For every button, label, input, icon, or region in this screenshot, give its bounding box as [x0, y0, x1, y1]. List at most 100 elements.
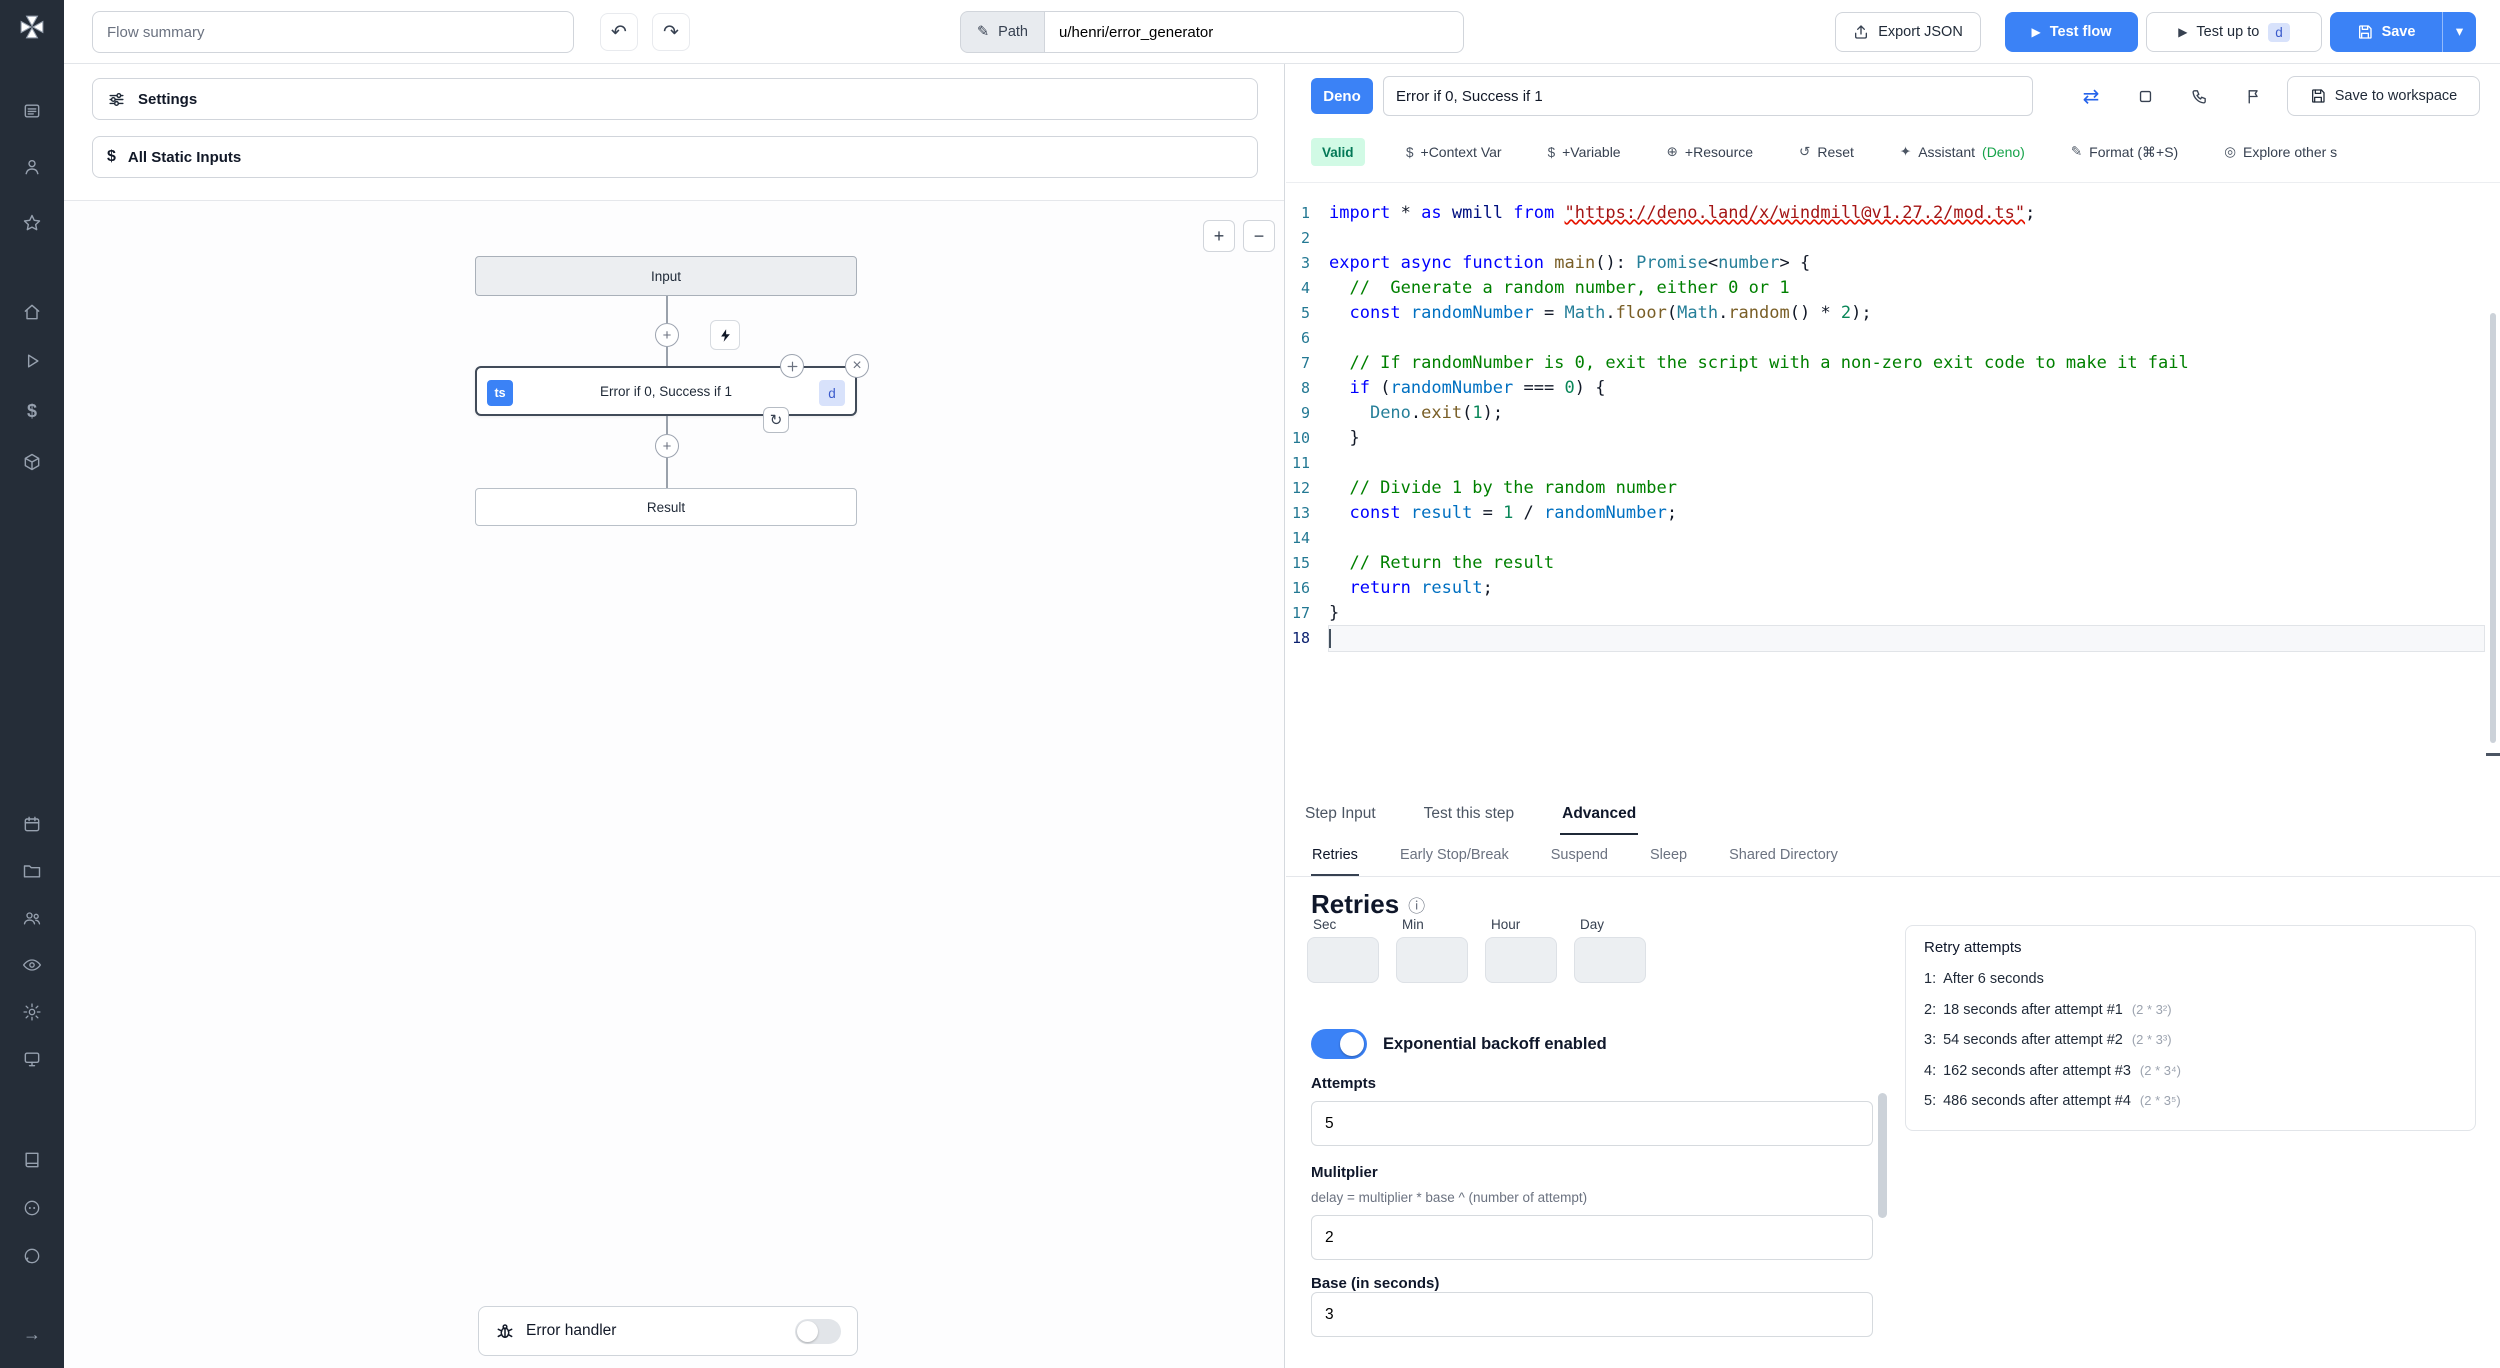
flow-static-inputs-bar[interactable]: $ All Static Inputs — [92, 136, 1258, 178]
attempts-input[interactable] — [1311, 1101, 1873, 1146]
language-badge: Deno — [1311, 78, 1373, 114]
sidebar-icon-variables[interactable]: $ — [19, 398, 45, 424]
step-name-input[interactable] — [1383, 76, 2033, 116]
export-json-label: Export JSON — [1878, 24, 1963, 40]
toolbar-format-s-button[interactable]: ✎ Format (⌘+S) — [2071, 144, 2178, 161]
windmill-logo[interactable] — [19, 14, 45, 40]
export-json-button[interactable]: Export JSON — [1835, 12, 1981, 52]
flow-node-input[interactable]: Input — [475, 256, 857, 296]
path-group: ✎ Path — [960, 11, 1464, 53]
tab-test-this-step[interactable]: Test this step — [1422, 795, 1516, 835]
sidebar-icon-settings[interactable] — [19, 999, 45, 1025]
subtab-shared-directory[interactable]: Shared Directory — [1728, 835, 1839, 876]
retry-attempt-formula: (2 * 3⁴) — [2139, 1062, 2181, 1078]
sidebar-icon-docs[interactable] — [19, 1147, 45, 1173]
base-input[interactable] — [1311, 1292, 1873, 1337]
sidebar-icon-github[interactable] — [19, 1243, 45, 1269]
subtab-sleep[interactable]: Sleep — [1649, 835, 1688, 876]
flow-summary-input[interactable] — [92, 11, 574, 53]
tab-step-input[interactable]: Step Input — [1303, 795, 1378, 835]
toolbar-context-var-button[interactable]: $ +Context Var — [1406, 144, 1502, 160]
toolbar-reset-button[interactable]: ↺ Reset — [1799, 144, 1854, 160]
cron-input-sec[interactable] — [1307, 937, 1379, 983]
delete-step-button[interactable]: × — [845, 354, 869, 378]
toolbar-assistant-button[interactable]: ✦ Assistant (Deno) — [1900, 144, 2025, 160]
code-line: const result = 1 / randomNumber; — [1349, 503, 1678, 523]
retries-scrollbar[interactable] — [1878, 1093, 1887, 1218]
code-line: // Divide 1 by the random number — [1329, 478, 1677, 498]
redo-button[interactable]: ↷ — [652, 13, 690, 51]
sidebar-icon-schedules[interactable] — [19, 811, 45, 837]
sidebar-icon-home[interactable] — [19, 299, 45, 325]
subtab-early-stop-break[interactable]: Early Stop/Break — [1399, 835, 1510, 876]
export-icon — [1853, 24, 1869, 40]
flag-icon[interactable] — [2235, 78, 2271, 114]
test-up-to-button[interactable]: ▶ Test up to d — [2146, 12, 2322, 52]
line-number: 10 — [1291, 429, 1310, 447]
zoom-out-button[interactable]: − — [1243, 220, 1275, 252]
flow-panel: Settings $ All Static Inputs + − Input +… — [64, 64, 1285, 1368]
sidebar-icon-discord[interactable] — [19, 1195, 45, 1221]
sidebar-icon-groups[interactable] — [19, 905, 45, 931]
restart-step-button[interactable]: ↻ — [763, 407, 789, 433]
error-handler-toggle[interactable] — [795, 1318, 841, 1344]
cron-field-sec: Sec — [1307, 917, 1379, 983]
line-number: 8 — [1300, 379, 1310, 397]
sidebar-icon-folders[interactable] — [19, 858, 45, 884]
error-handler-bar[interactable]: Error handler — [478, 1306, 858, 1356]
phone-icon[interactable] — [2181, 78, 2217, 114]
editor-scrollbar[interactable] — [2490, 313, 2496, 743]
advanced-retries-content: Retries ⓘ Sec Min Hour Day Exponential back… — [1286, 877, 2500, 1368]
zoom-in-button[interactable]: + — [1203, 220, 1235, 252]
code-editor[interactable]: 1 2 3 4 5 6 7 8 9 10 11 12 13 14 15 16 17 18 import * as … — [1286, 182, 2500, 795]
subtab-retries[interactable]: Retries — [1311, 835, 1359, 876]
sidebar-icon-resources[interactable] — [19, 449, 45, 475]
line-number: 14 — [1291, 529, 1310, 547]
toolbar-explore-other-s-button[interactable]: ◎ Explore other s — [2224, 144, 2337, 160]
sidebar-icon-workers[interactable] — [19, 1046, 45, 1072]
fullscreen-icon[interactable] — [2127, 78, 2163, 114]
test-flow-button[interactable]: ▶ Test flow — [2005, 12, 2138, 52]
line-number: 3 — [1300, 254, 1310, 272]
multiplier-input[interactable] — [1311, 1215, 1873, 1260]
sidebar-expand-icon[interactable]: → — [19, 1321, 45, 1347]
exponential-backoff-toggle[interactable] — [1311, 1029, 1367, 1059]
toolbar-variable-button[interactable]: $ +Variable — [1548, 144, 1621, 160]
sidebar-icon-favorites[interactable] — [19, 210, 45, 236]
cron-input-min[interactable] — [1396, 937, 1468, 983]
cron-input-hour[interactable] — [1485, 937, 1557, 983]
sidebar-icon-scripts[interactable] — [19, 348, 45, 374]
move-step-icon[interactable] — [780, 354, 804, 378]
save-button[interactable]: Save — [2330, 12, 2442, 52]
save-to-workspace-button[interactable]: Save to workspace — [2287, 76, 2480, 116]
sidebar-icon-runs[interactable] — [19, 98, 45, 124]
cron-fields: Sec Min Hour Day — [1307, 917, 1646, 983]
sidebar-icon-audit-logs[interactable] — [19, 952, 45, 978]
info-icon[interactable]: ⓘ — [1408, 892, 1425, 917]
retry-attempt-number: 2: — [1924, 1001, 1937, 1018]
path-input[interactable] — [1045, 11, 1464, 53]
sidebar-icon-user[interactable] — [19, 154, 45, 180]
subtab-suspend[interactable]: Suspend — [1550, 835, 1609, 876]
diff-toggle-icon[interactable]: ⇄ — [2073, 78, 2109, 114]
retry-attempts-title: Retry attempts — [1924, 939, 2022, 956]
add-step-button-top[interactable]: + — [655, 323, 679, 347]
toolbar-resource-button[interactable]: ⊕ +Resource — [1667, 144, 1753, 160]
trigger-bolt-button[interactable] — [710, 320, 740, 350]
backoff-switch-row: Exponential backoff enabled — [1311, 1029, 1607, 1059]
line-number: 13 — [1291, 504, 1310, 522]
flow-settings-bar[interactable]: Settings — [92, 78, 1258, 120]
retries-heading: Retries ⓘ — [1311, 889, 1425, 920]
flow-canvas[interactable]: + − Input + ts Error if 0, Success if 1 … — [64, 200, 1284, 1368]
save-dropdown-button[interactable]: ▾ — [2442, 12, 2476, 52]
flow-node-result[interactable]: Result — [475, 488, 857, 526]
bug-icon — [495, 1321, 515, 1341]
cron-input-day[interactable] — [1574, 937, 1646, 983]
play-icon: ▶ — [2031, 25, 2041, 39]
step-id-badge: d — [2268, 22, 2290, 42]
undo-button[interactable]: ↶ — [600, 13, 638, 51]
add-step-button-bottom[interactable]: + — [655, 434, 679, 458]
connector-line — [666, 416, 668, 434]
retry-attempt-row: 4: 162 seconds after attempt #3 (2 * 3⁴) — [1924, 1056, 2457, 1087]
tab-advanced[interactable]: Advanced — [1560, 795, 1639, 835]
